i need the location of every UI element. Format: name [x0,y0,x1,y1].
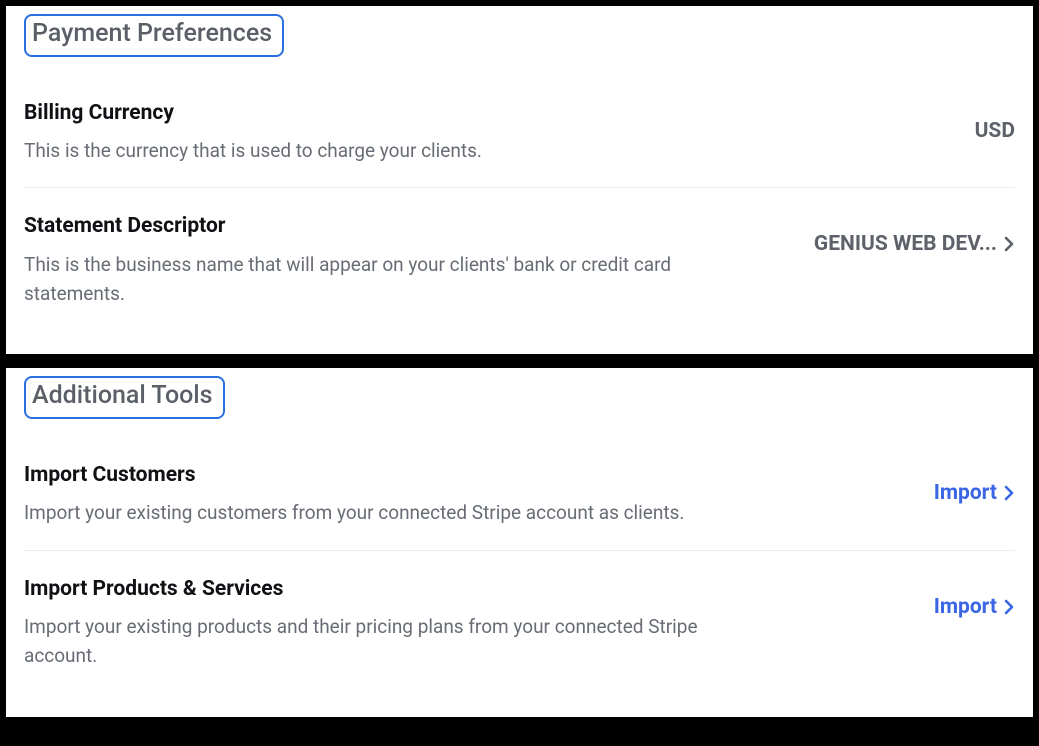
import-customers-link[interactable]: Import [934,481,997,505]
import-customers-text: Import Customers Import your existing cu… [24,463,906,528]
statement-descriptor-value: GENIUS WEB DEV... [814,232,997,256]
payment-preferences-heading: Payment Preferences [24,14,284,57]
billing-currency-desc: This is the currency that is used to cha… [24,136,744,165]
billing-currency-value-container: USD [975,101,1015,143]
statement-descriptor-title: Statement Descriptor [24,214,786,239]
billing-currency-row: Billing Currency This is the currency th… [24,101,1015,188]
chevron-right-icon [1003,235,1015,253]
statement-descriptor-value-container[interactable]: GENIUS WEB DEV... [814,214,1015,256]
payment-preferences-panel: Payment Preferences Billing Currency Thi… [6,6,1033,354]
import-products-link[interactable]: Import [934,595,997,619]
statement-descriptor-row[interactable]: Statement Descriptor This is the busines… [24,187,1015,330]
import-customers-desc: Import your existing customers from your… [24,498,744,527]
import-products-row: Import Products & Services Import your e… [24,550,1015,693]
billing-currency-text: Billing Currency This is the currency th… [24,101,947,166]
chevron-right-icon [1003,598,1015,616]
additional-tools-heading: Additional Tools [24,376,225,419]
chevron-right-icon [1003,484,1015,502]
import-customers-action[interactable]: Import [934,463,1015,505]
import-products-desc: Import your existing products and their … [24,612,744,671]
import-products-action[interactable]: Import [934,577,1015,619]
import-products-text: Import Products & Services Import your e… [24,577,906,671]
import-customers-title: Import Customers [24,463,906,488]
billing-currency-title: Billing Currency [24,101,947,126]
statement-descriptor-text: Statement Descriptor This is the busines… [24,214,786,308]
additional-tools-panel: Additional Tools Import Customers Import… [6,368,1033,716]
import-customers-row: Import Customers Import your existing cu… [24,463,1015,550]
import-products-title: Import Products & Services [24,577,906,602]
billing-currency-value: USD [975,119,1015,143]
statement-descriptor-desc: This is the business name that will appe… [24,250,744,309]
